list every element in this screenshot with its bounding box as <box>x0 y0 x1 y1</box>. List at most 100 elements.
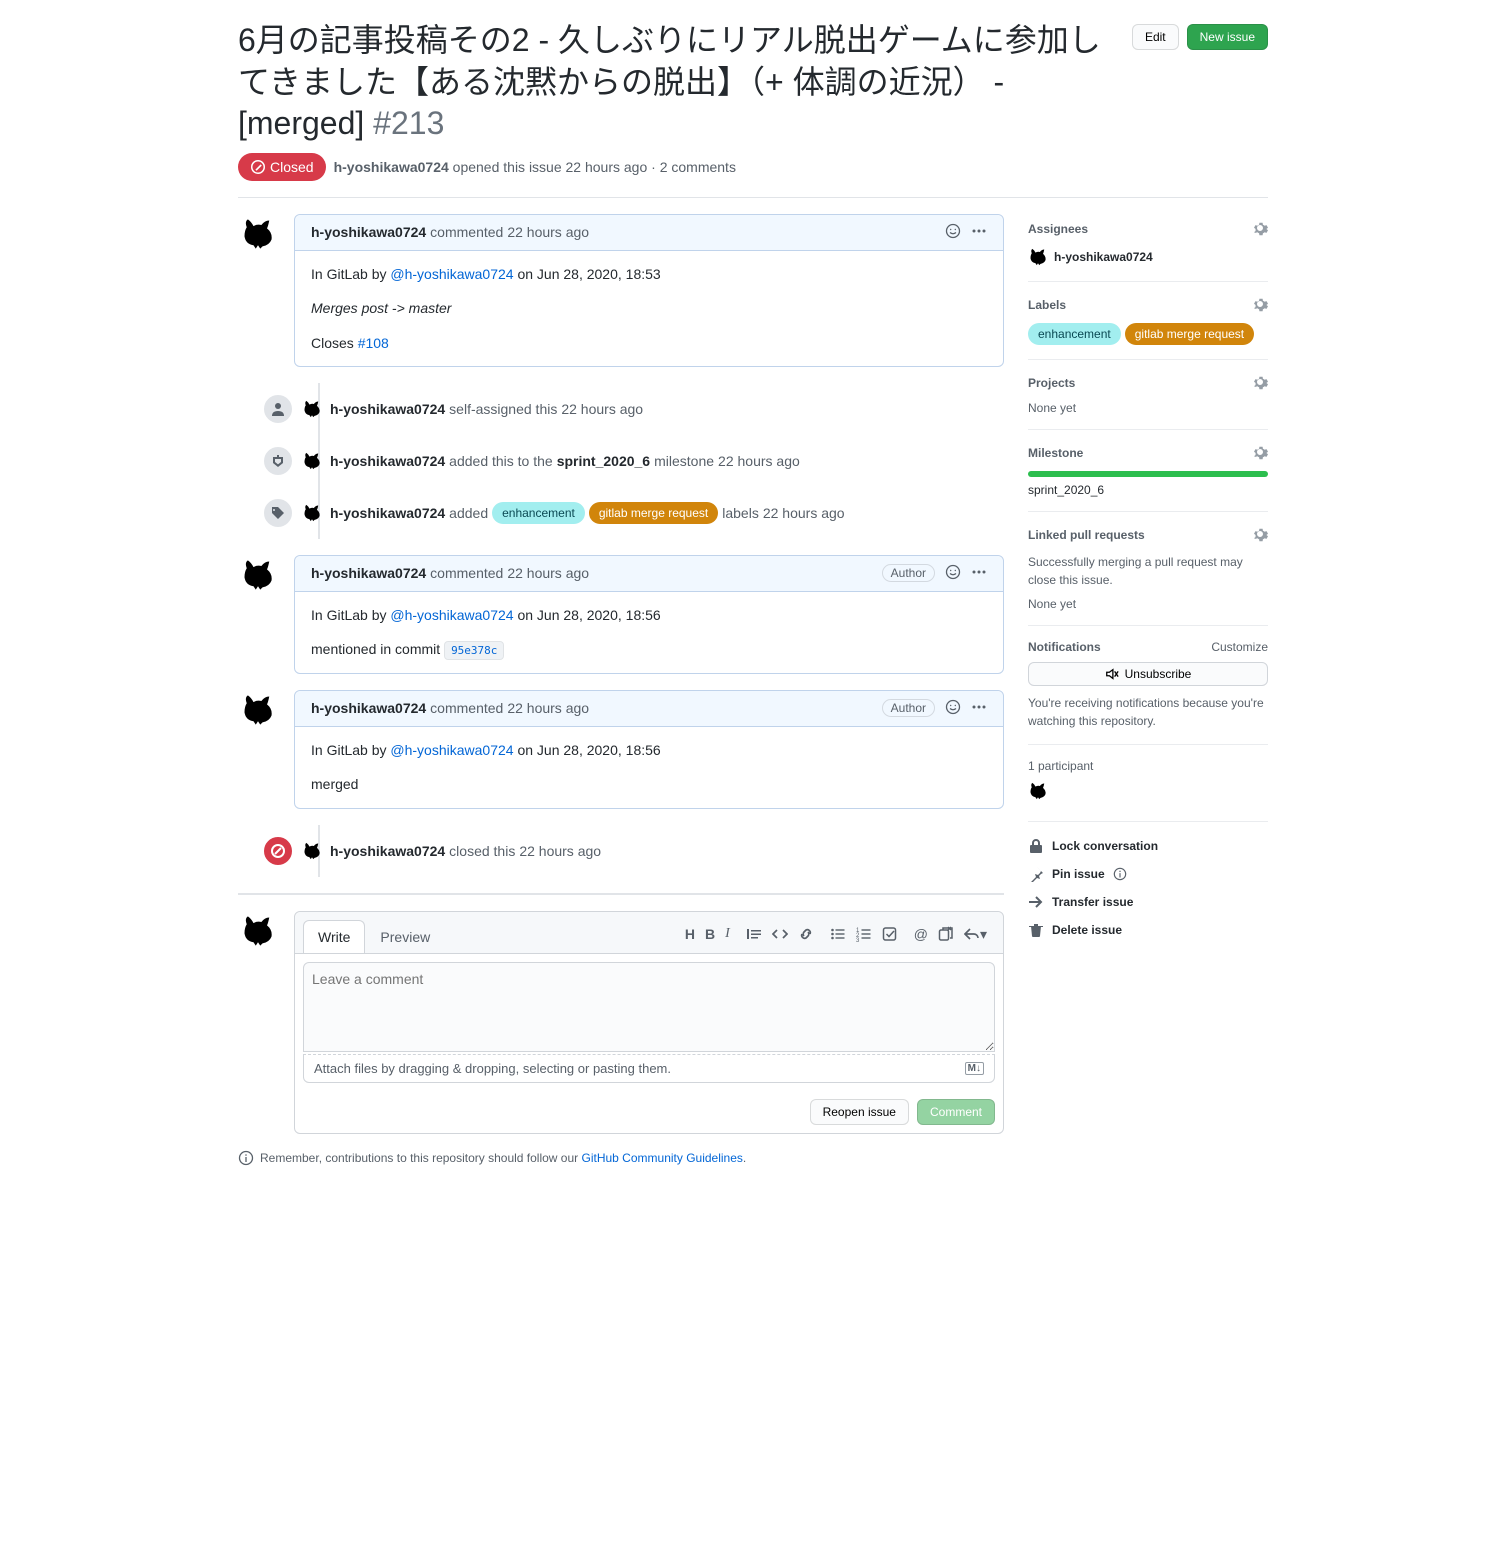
comment-author[interactable]: h-yoshikawa0724 <box>311 565 426 581</box>
avatar[interactable] <box>1028 781 1054 807</box>
mention-icon[interactable]: @ <box>914 926 928 943</box>
avatar[interactable] <box>238 911 278 951</box>
preview-tab[interactable]: Preview <box>365 920 445 953</box>
gear-icon[interactable] <box>1252 444 1268 463</box>
numbered-list-icon[interactable]: 123 <box>856 926 872 943</box>
event-time[interactable]: 22 hours ago <box>519 843 601 859</box>
new-issue-button[interactable]: New issue <box>1187 24 1268 50</box>
label-gitlab-merge-request[interactable]: gitlab merge request <box>1125 323 1254 345</box>
issue-author-link[interactable]: h-yoshikawa0724 <box>334 159 449 175</box>
task-list-icon[interactable] <box>882 926 898 943</box>
avatar[interactable] <box>302 451 322 471</box>
avatar[interactable] <box>238 690 278 730</box>
assignee-user[interactable]: h-yoshikawa0724 <box>1054 250 1153 264</box>
comment-author[interactable]: h-yoshikawa0724 <box>311 224 426 240</box>
comment-time[interactable]: 22 hours ago <box>507 565 589 581</box>
issue-title: 6月の記事投稿その2 - 久しぶりにリアル脱出ゲームに参加してきました【ある沈黙… <box>238 20 1120 145</box>
crossref-icon[interactable] <box>938 926 954 943</box>
event-user[interactable]: h-yoshikawa0724 <box>330 505 445 521</box>
author-badge: Author <box>882 564 935 582</box>
markdown-icon[interactable]: M↓ <box>965 1062 984 1075</box>
kebab-icon[interactable] <box>971 699 987 718</box>
delete-issue[interactable]: Delete issue <box>1028 916 1268 944</box>
arrow-right-icon <box>1028 894 1044 910</box>
reply-icon[interactable]: ▾ <box>964 926 987 943</box>
mute-icon <box>1105 667 1119 681</box>
comment-body-line: In GitLab by @h-yoshikawa0724 on Jun 28,… <box>311 604 987 626</box>
avatar[interactable] <box>302 841 322 861</box>
labels-title: Labels <box>1028 298 1066 312</box>
attach-hint[interactable]: Attach files by dragging & dropping, sel… <box>314 1061 671 1076</box>
emoji-icon[interactable] <box>945 223 961 242</box>
notifications-title: Notifications <box>1028 640 1101 654</box>
label-gitlab-merge-request[interactable]: gitlab merge request <box>589 502 718 524</box>
write-tab[interactable]: Write <box>303 920 365 953</box>
guidelines-link[interactable]: GitHub Community Guidelines <box>582 1151 743 1165</box>
quote-icon[interactable] <box>746 926 762 943</box>
svg-text:3: 3 <box>856 938 860 942</box>
gear-icon[interactable] <box>1252 526 1268 545</box>
milestone-link[interactable]: sprint_2020_6 <box>1028 483 1268 497</box>
event-user[interactable]: h-yoshikawa0724 <box>330 843 445 859</box>
event-time[interactable]: 22 hours ago <box>561 401 643 417</box>
pin-issue[interactable]: Pin issue <box>1028 860 1268 888</box>
state-text: Closed <box>270 159 314 175</box>
italic-icon[interactable]: I <box>725 926 730 943</box>
avatar[interactable] <box>302 399 322 419</box>
issue-title-text: 6月の記事投稿その2 - 久しぶりにリアル脱出ゲームに参加してきました【ある沈黙… <box>238 22 1101 141</box>
kebab-icon[interactable] <box>971 564 987 583</box>
author-badge: Author <box>882 699 935 717</box>
emoji-icon[interactable] <box>945 699 961 718</box>
commit-sha[interactable]: 95e378c <box>444 641 504 660</box>
user-mention[interactable]: @h-yoshikawa0724 <box>390 607 513 623</box>
milestone-progress <box>1028 471 1268 477</box>
reopen-issue-button[interactable]: Reopen issue <box>810 1099 909 1125</box>
link-icon[interactable] <box>798 926 814 943</box>
label-enhancement[interactable]: enhancement <box>492 502 585 524</box>
user-mention[interactable]: @h-yoshikawa0724 <box>390 742 513 758</box>
comment-author[interactable]: h-yoshikawa0724 <box>311 700 426 716</box>
participants-title: 1 participant <box>1028 759 1268 773</box>
event-user[interactable]: h-yoshikawa0724 <box>330 401 445 417</box>
closed-icon <box>250 159 266 175</box>
gear-icon[interactable] <box>1252 296 1268 315</box>
avatar[interactable] <box>238 214 278 254</box>
event-user[interactable]: h-yoshikawa0724 <box>330 453 445 469</box>
milestone-link[interactable]: sprint_2020_6 <box>557 453 650 469</box>
trash-icon <box>1028 922 1044 938</box>
comment-time[interactable]: 22 hours ago <box>507 224 589 240</box>
closes-line: Closes #108 <box>311 332 987 354</box>
assignees-title: Assignees <box>1028 222 1088 236</box>
bullet-list-icon[interactable] <box>830 926 846 943</box>
label-enhancement[interactable]: enhancement <box>1028 323 1121 345</box>
avatar[interactable] <box>238 555 278 595</box>
issue-number: #213 <box>373 105 444 141</box>
issue-ref-link[interactable]: #108 <box>358 335 389 351</box>
event-time[interactable]: 22 hours ago <box>718 453 800 469</box>
issue-meta: h-yoshikawa0724 opened this issue 22 hou… <box>334 159 736 175</box>
mention-line: mentioned in commit 95e378c <box>311 638 987 660</box>
notifications-desc: You're receiving notifications because y… <box>1028 694 1268 730</box>
comment-button[interactable]: Comment <box>917 1099 995 1125</box>
user-mention[interactable]: @h-yoshikawa0724 <box>390 266 513 282</box>
gear-icon[interactable] <box>1252 374 1268 393</box>
emoji-icon[interactable] <box>945 564 961 583</box>
bold-icon[interactable]: B <box>705 926 715 943</box>
kebab-icon[interactable] <box>971 223 987 242</box>
info-icon <box>238 1150 254 1166</box>
unsubscribe-button[interactable]: Unsubscribe <box>1028 662 1268 686</box>
customize-link[interactable]: Customize <box>1211 640 1268 654</box>
event-time[interactable]: 22 hours ago <box>763 505 845 521</box>
edit-button[interactable]: Edit <box>1132 24 1179 50</box>
transfer-issue[interactable]: Transfer issue <box>1028 888 1268 916</box>
comment-textarea[interactable] <box>303 962 995 1052</box>
comment-time[interactable]: 22 hours ago <box>507 700 589 716</box>
lock-conversation[interactable]: Lock conversation <box>1028 832 1268 860</box>
gear-icon[interactable] <box>1252 220 1268 239</box>
lock-icon <box>1028 838 1044 854</box>
code-icon[interactable] <box>772 926 788 943</box>
avatar[interactable] <box>302 503 322 523</box>
avatar[interactable] <box>1028 247 1048 267</box>
person-icon <box>262 393 294 425</box>
heading-icon[interactable]: H <box>685 926 695 943</box>
